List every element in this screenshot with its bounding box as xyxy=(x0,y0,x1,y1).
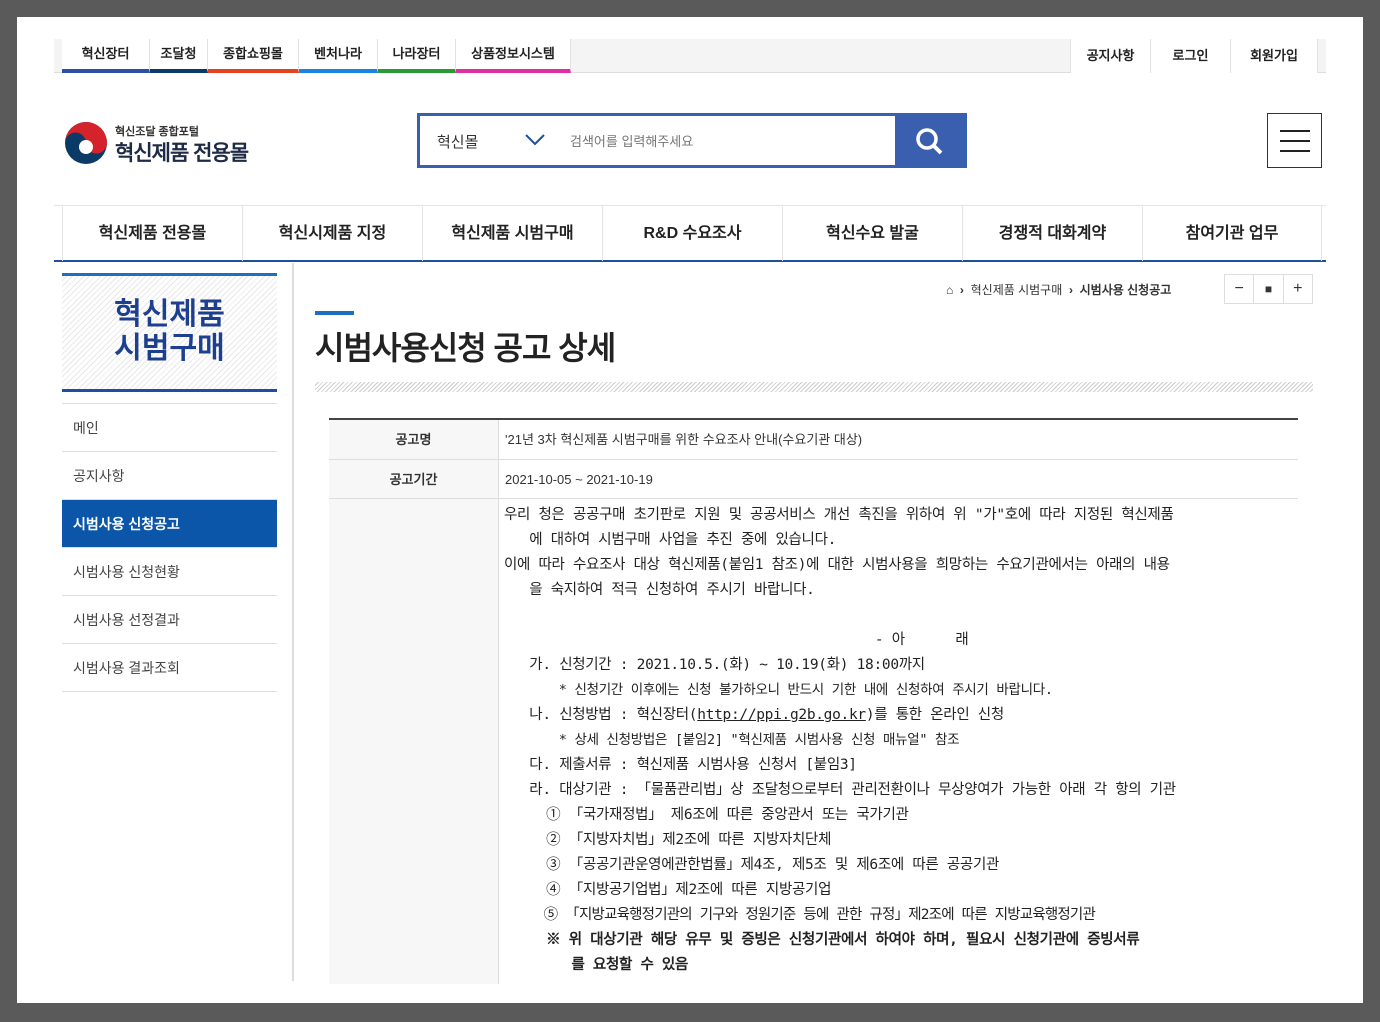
sidebar-title-line2: 시범구매 xyxy=(114,332,225,365)
body-line: 우리 청은 공공구매 초기판로 지원 및 공공서비스 개선 촉진을 위하여 위 … xyxy=(504,507,1174,523)
util-tab-hyeoksin-jangteo[interactable]: 혁신장터 xyxy=(62,39,150,73)
breadcrumb-current: 시범사용 신청공고 xyxy=(1079,283,1172,297)
font-increase-button[interactable]: + xyxy=(1284,275,1312,303)
search-icon xyxy=(916,128,943,155)
font-reset-button[interactable]: ■ xyxy=(1254,275,1284,303)
body-line: ③ 「공공기관운영에관한법률」제4조, 제5조 및 제6조에 따른 공공기관 xyxy=(504,857,1000,873)
body-line: 나. 신청방법 : 혁신장터(http://ppi.g2b.go.kr)를 통한… xyxy=(504,703,1294,728)
notice-link[interactable]: 공지사항 xyxy=(1070,39,1150,73)
util-tab-nara-jangteo[interactable]: 나라장터 xyxy=(378,39,456,73)
logo[interactable]: 혁신조달 종합포털 혁신제품 전용몰 xyxy=(63,120,263,166)
body-line: * 상세 신청방법은 [붙임2] "혁신제품 시범사용 신청 매뉴얼" 참조 xyxy=(504,732,960,748)
sidebar-item-main[interactable]: 메인 xyxy=(62,404,277,452)
divider xyxy=(292,263,294,981)
title-accent xyxy=(315,311,354,315)
body-line: - 아 래 xyxy=(504,632,969,648)
main-nav: 혁신제품 전용몰 혁신시제품 지정 혁신제품 시범구매 R&D 수요조사 혁신수… xyxy=(54,205,1326,262)
notice-detail-table: 공고명 '21년 3차 혁신제품 시범구매를 위한 수요조사 안내(수요기관 대… xyxy=(329,418,1298,984)
body-line: 다. 제출서류 : 혁신제품 시범사용 신청서 [붙임3] xyxy=(504,757,857,773)
body-line: ※ 위 대상기관 해당 유무 및 증빙은 신청기관에서 하여야 하며, 필요시 … xyxy=(504,932,1140,948)
search-input[interactable] xyxy=(570,128,890,154)
sidebar-item-selection-results[interactable]: 시범사용 선정결과 xyxy=(62,596,277,644)
body-line: ④ 「지방공기업법」제2조에 따른 지방공기업 xyxy=(504,882,832,898)
util-tab-product-info[interactable]: 상품정보시스템 xyxy=(456,39,571,73)
font-size-controls: − ■ + xyxy=(1224,274,1313,304)
content-label-cell xyxy=(329,499,499,984)
sidebar-item-application-status[interactable]: 시범사용 신청현황 xyxy=(62,548,277,596)
body-text: 나. 신청방법 : 혁신장터( xyxy=(504,707,698,723)
table-row: 우리 청은 공공구매 초기판로 지원 및 공공서비스 개선 촉진을 위하여 위 … xyxy=(329,499,1298,984)
table-row: 공고기간 2021-10-05 ~ 2021-10-19 xyxy=(329,460,1298,499)
nav-pilot-purchase[interactable]: 혁신제품 시범구매 xyxy=(422,206,602,261)
nav-competitive-dialogue[interactable]: 경쟁적 대화계약 xyxy=(962,206,1142,261)
search-box: 혁신몰 xyxy=(417,113,967,168)
table-row: 공고명 '21년 3차 혁신제품 시범구매를 위한 수요조사 안내(수요기관 대… xyxy=(329,420,1298,460)
menu-button[interactable] xyxy=(1267,113,1322,168)
utility-bar: 혁신장터 조달청 종합쇼핑몰 벤처나라 나라장터 상품정보시스템 공지사항 로그… xyxy=(54,39,1326,73)
util-tab-venture-nara[interactable]: 벤처나라 xyxy=(299,39,378,73)
nav-rnd-survey[interactable]: R&D 수요조사 xyxy=(602,206,782,261)
taegeuk-logo-icon xyxy=(65,122,107,164)
sidebar-item-application-notice[interactable]: 시범사용 신청공고 xyxy=(62,500,277,548)
chevron-right-icon: › xyxy=(1065,283,1077,297)
body-text: )를 통한 온라인 신청 xyxy=(865,707,1004,723)
notice-period: 2021-10-05 ~ 2021-10-19 xyxy=(505,472,653,487)
title-divider xyxy=(315,382,1313,392)
sidebar-title: 혁신제품 시범구매 xyxy=(62,273,277,392)
logo-title: 혁신제품 전용몰 xyxy=(115,142,249,165)
body-line: 이에 따라 수요조사 대상 혁신제품(붙임1 참조)에 대한 시범사용을 희망하… xyxy=(504,557,1170,573)
body-line: * 신청기간 이후에는 신청 불가하오니 반드시 기한 내에 신청하여 주시기 … xyxy=(504,682,1053,698)
home-icon[interactable]: ⌂ xyxy=(946,283,953,297)
signup-link[interactable]: 회원가입 xyxy=(1230,39,1318,73)
body-line: 을 숙지하여 적극 신청하여 주시기 바랍니다. xyxy=(504,582,815,598)
chevron-down-icon[interactable] xyxy=(524,133,546,147)
notice-name-label: 공고명 xyxy=(329,420,499,459)
nav-innovation-mall[interactable]: 혁신제품 전용몰 xyxy=(62,206,242,261)
chevron-right-icon: › xyxy=(956,283,968,297)
util-tab-shopping-mall[interactable]: 종합쇼핑몰 xyxy=(208,39,299,73)
nav-agency-work[interactable]: 참여기관 업무 xyxy=(1142,206,1322,261)
breadcrumb: ⌂ › 혁신제품 시범구매 › 시범사용 신청공고 xyxy=(946,280,1171,300)
body-line: ② 「지방자치법」제2조에 따른 지방자치단체 xyxy=(504,832,832,848)
body-line xyxy=(504,603,1294,628)
nav-prototype-designation[interactable]: 혁신시제품 지정 xyxy=(242,206,422,261)
sidebar-item-result-lookup[interactable]: 시범사용 결과조회 xyxy=(62,644,277,692)
notice-name: '21년 3차 혁신제품 시범구매를 위한 수요조사 안내(수요기관 대상) xyxy=(505,432,863,447)
notice-period-label: 공고기간 xyxy=(329,460,499,498)
login-link[interactable]: 로그인 xyxy=(1150,39,1230,73)
sidebar-title-line1: 혁신제품 xyxy=(114,298,225,331)
search-button[interactable] xyxy=(895,116,964,165)
search-category-select[interactable]: 혁신몰 xyxy=(437,131,478,152)
nav-demand-discovery[interactable]: 혁신수요 발굴 xyxy=(782,206,962,261)
breadcrumb-item[interactable]: 혁신제품 시범구매 xyxy=(971,283,1063,297)
util-tab-pps[interactable]: 조달청 xyxy=(150,39,208,73)
page-title: 시범사용신청 공고 상세 xyxy=(315,330,616,366)
body-line: 가. 신청기간 : 2021.10.5.(화) ~ 10.19(화) 18:00… xyxy=(504,657,925,673)
body-line: 라. 대상기관 : 「물품관리법」상 조달청으로부터 관리전환이나 무상양여가 … xyxy=(504,782,1176,798)
body-line: 를 요청할 수 있음 xyxy=(504,957,689,973)
body-line: ① 「국가재정법」 제6조에 따른 중앙관서 또는 국가기관 xyxy=(504,807,909,823)
notice-body: 우리 청은 공공구매 초기판로 지원 및 공공서비스 개선 촉진을 위하여 위 … xyxy=(499,499,1298,984)
body-line: ⑤ 「지방교육행정기관의 기구와 정원기준 등에 관한 규정」제2조에 따른 지… xyxy=(504,907,1096,923)
ppi-link[interactable]: http://ppi.g2b.go.kr xyxy=(697,707,866,723)
sidebar-item-notice[interactable]: 공지사항 xyxy=(62,452,277,500)
body-line: 에 대하여 시범구매 사업을 추진 중에 있습니다. xyxy=(504,532,837,548)
font-decrease-button[interactable]: − xyxy=(1225,275,1255,303)
